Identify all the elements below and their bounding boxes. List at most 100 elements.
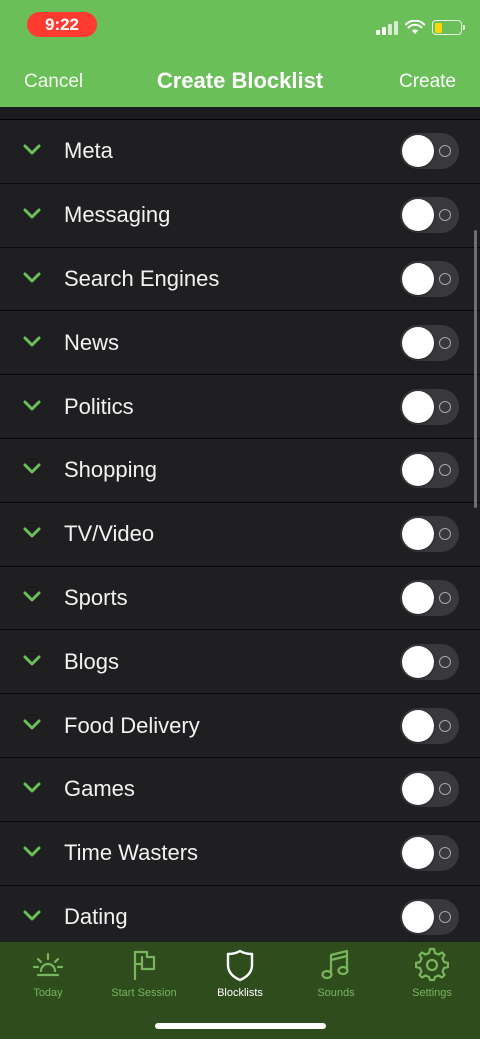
chevron-down-icon[interactable] (22, 845, 42, 859)
toggle-knob (402, 454, 434, 487)
music-note-icon (321, 949, 349, 980)
toggle-off-icon (439, 783, 451, 796)
chevron-down-icon[interactable] (22, 526, 42, 540)
chevron-down-icon[interactable] (22, 909, 42, 923)
wifi-icon (405, 20, 425, 34)
shield-icon (226, 949, 254, 982)
scrollbar[interactable] (474, 230, 477, 508)
category-toggle[interactable] (400, 324, 459, 361)
category-row[interactable]: Time Wasters (0, 821, 480, 886)
toggle-knob (402, 518, 434, 551)
category-toggle[interactable] (400, 388, 459, 425)
category-row[interactable]: Meta (0, 120, 480, 184)
chevron-down-icon[interactable] (22, 590, 42, 604)
category-label: Sports (64, 584, 128, 610)
flag-icon (133, 950, 156, 981)
toggle-off-icon (439, 209, 451, 222)
category-label: Meta (64, 138, 113, 164)
toggle-off-icon (439, 400, 451, 413)
tab-settings[interactable]: Settings (384, 947, 480, 1007)
tab-label: Today (33, 987, 63, 999)
category-row[interactable]: Search Engines (0, 247, 480, 312)
header: 9:22 Cancel Create Blocklist Create (0, 0, 480, 107)
toggle-off-icon (439, 464, 451, 477)
cancel-button[interactable]: Cancel (24, 71, 83, 93)
chevron-down-icon[interactable] (22, 654, 42, 668)
category-toggle[interactable] (400, 260, 459, 297)
category-label: Shopping (64, 457, 157, 483)
status-time: 9:22 (27, 12, 97, 37)
toggle-off-icon (439, 591, 451, 604)
toggle-off-icon (439, 719, 451, 732)
chevron-down-icon[interactable] (22, 399, 42, 413)
category-label: TV/Video (64, 521, 155, 547)
category-toggle[interactable] (400, 579, 459, 616)
category-toggle[interactable] (400, 898, 459, 935)
home-indicator (155, 1023, 326, 1029)
tab-label: Start Session (111, 987, 177, 999)
category-list[interactable]: Meta Messaging Search Engines News Politics S… (0, 107, 480, 942)
tab-blocklists[interactable]: Blocklists (192, 947, 288, 1007)
category-toggle[interactable] (400, 835, 459, 872)
toggle-knob (402, 837, 434, 870)
category-label: Food Delivery (64, 712, 200, 738)
category-row[interactable]: News (0, 311, 480, 376)
chevron-down-icon[interactable] (22, 271, 42, 285)
category-row[interactable]: TV/Video (0, 502, 480, 567)
tab-today[interactable]: Today (0, 947, 96, 1007)
chevron-down-icon[interactable] (22, 335, 42, 349)
status-bar: 9:22 (0, 0, 480, 50)
toggle-knob (402, 199, 434, 232)
toggle-knob (402, 135, 434, 168)
category-toggle[interactable] (400, 771, 459, 808)
tab-label: Settings (412, 987, 452, 999)
chevron-down-icon[interactable] (22, 781, 42, 795)
category-toggle[interactable] (400, 707, 459, 744)
chevron-down-icon[interactable] (22, 207, 42, 221)
toggle-off-icon (439, 145, 451, 158)
category-label: News (64, 329, 120, 355)
category-label: Dating (64, 903, 128, 929)
chevron-down-icon[interactable] (22, 143, 42, 157)
category-toggle[interactable] (400, 643, 459, 680)
create-button[interactable]: Create (399, 71, 456, 93)
category-row[interactable]: Blogs (0, 630, 480, 695)
toggle-knob (402, 390, 434, 423)
category-label: Time Wasters (64, 840, 199, 866)
battery-icon (432, 20, 465, 35)
category-row[interactable]: Food Delivery (0, 694, 480, 758)
toggle-knob (402, 326, 434, 359)
category-toggle[interactable] (400, 516, 459, 553)
chevron-down-icon[interactable] (22, 718, 42, 732)
toggle-knob (402, 773, 434, 806)
toggle-knob (402, 581, 434, 614)
tab-label: Sounds (317, 987, 355, 999)
category-row[interactable]: Politics (0, 375, 480, 439)
cellular-signal-icon (376, 20, 398, 35)
toggle-off-icon (439, 910, 451, 923)
toggle-off-icon (439, 528, 451, 541)
category-toggle[interactable] (400, 197, 459, 234)
category-row[interactable]: Sports (0, 566, 480, 631)
nav-bar: Cancel Create Blocklist Create (0, 60, 480, 104)
tab-sounds[interactable]: Sounds (288, 947, 384, 1007)
category-row[interactable]: Messaging (0, 183, 480, 248)
category-label: Politics (64, 393, 134, 419)
toggle-knob (402, 262, 434, 295)
category-toggle[interactable] (400, 133, 459, 170)
category-toggle[interactable] (400, 452, 459, 489)
category-label: Messaging (64, 202, 171, 228)
category-row[interactable]: Games (0, 757, 480, 822)
tab-start-session[interactable]: Start Session (96, 947, 192, 1007)
toggle-knob (402, 900, 434, 933)
category-row[interactable]: Dating (0, 885, 480, 942)
toggle-knob (402, 645, 434, 678)
list-item-partial (0, 107, 480, 120)
tab-label: Blocklists (217, 987, 263, 999)
status-icons (376, 20, 465, 35)
category-row[interactable]: Shopping (0, 438, 480, 503)
category-label: Blogs (64, 648, 120, 674)
toggle-off-icon (439, 272, 451, 285)
gear-icon (415, 947, 449, 982)
chevron-down-icon[interactable] (22, 462, 42, 476)
